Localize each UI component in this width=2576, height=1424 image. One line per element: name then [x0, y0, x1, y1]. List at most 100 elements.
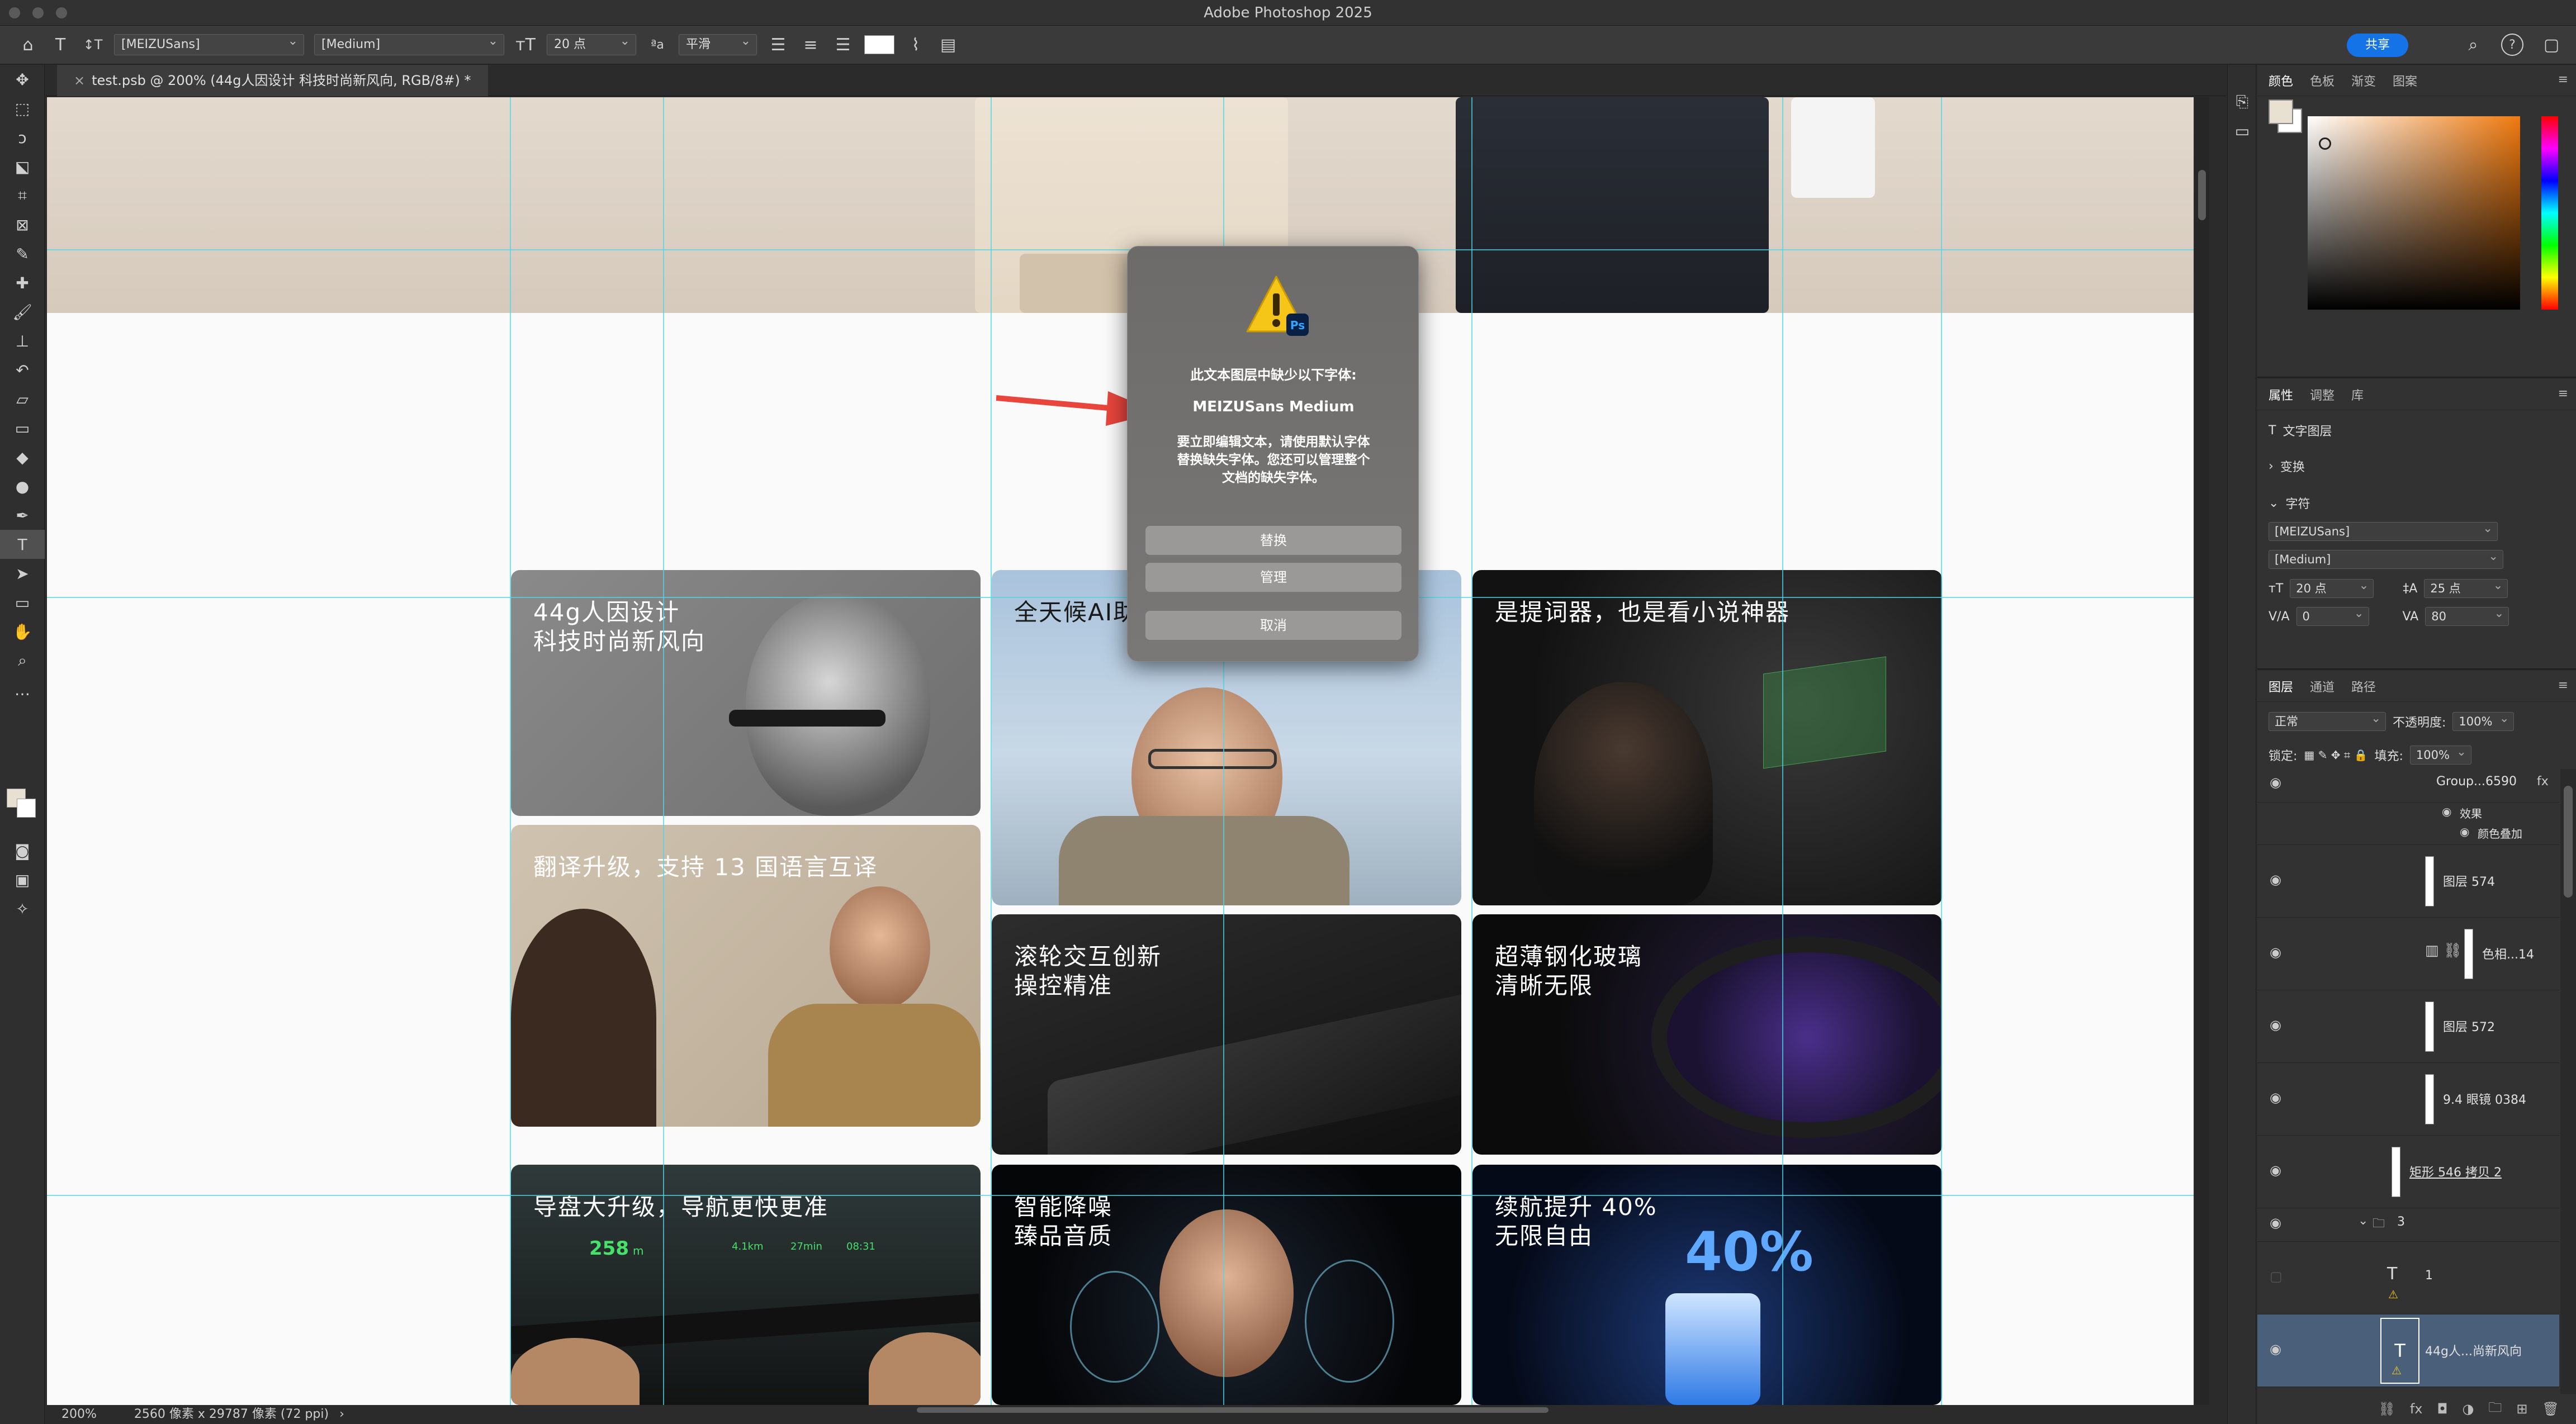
layer-row[interactable]: ◉ ▥ ⛓ 色相...14: [2257, 918, 2559, 990]
tab-color[interactable]: 颜色: [2269, 72, 2293, 89]
chevron-right-icon[interactable]: ›: [339, 1407, 344, 1421]
marquee-tool-icon[interactable]: ⬚: [0, 94, 45, 123]
adjustment-layer-icon[interactable]: ◑: [2462, 1401, 2474, 1417]
prop-tracking-select[interactable]: 80: [2425, 604, 2509, 626]
eye-icon[interactable]: ◉: [2460, 825, 2469, 838]
lasso-tool-icon[interactable]: ↄ: [0, 123, 45, 152]
hand-tool-icon[interactable]: ✋: [0, 617, 45, 646]
eye-icon[interactable]: ◉: [2270, 944, 2281, 960]
panel-menu-icon[interactable]: ≡: [2558, 678, 2568, 692]
layer-row[interactable]: ◉ 图层 572: [2257, 990, 2559, 1063]
manage-button[interactable]: 管理: [1145, 563, 1401, 592]
layer-row[interactable]: ▢ T ⚠ 1: [2257, 1242, 2559, 1314]
background-color-swatch[interactable]: [17, 799, 36, 818]
minimize-window-button[interactable]: [32, 7, 44, 18]
history-panel-icon[interactable]: ⎘: [2228, 87, 2257, 116]
transform-section[interactable]: 变换: [2280, 457, 2305, 475]
close-window-button[interactable]: [9, 7, 20, 18]
text-color-swatch[interactable]: [864, 35, 894, 54]
eye-icon[interactable]: ◉: [2270, 1162, 2281, 1178]
opacity-input[interactable]: 100%: [2452, 709, 2515, 731]
prop-leading-select[interactable]: 25 点: [2424, 576, 2508, 598]
new-group-icon[interactable]: 🗀: [2488, 1398, 2502, 1421]
align-right-icon[interactable]: ☰: [832, 34, 854, 56]
brush-tool-icon[interactable]: 🖌: [0, 297, 45, 326]
layer-effect-row[interactable]: ◉ 颜色叠加: [2257, 823, 2559, 845]
eye-icon[interactable]: ▢: [2270, 1269, 2283, 1284]
character-panel-icon[interactable]: ▤: [937, 34, 959, 56]
generative-icon[interactable]: ✧: [0, 894, 45, 923]
font-style-select[interactable]: [Medium]: [314, 31, 504, 55]
vertical-scroll-thumb[interactable]: [2198, 170, 2206, 220]
pen-tool-icon[interactable]: ✒: [0, 501, 45, 530]
cancel-button[interactable]: 取消: [1145, 611, 1401, 640]
healing-brush-tool-icon[interactable]: ✚: [0, 268, 45, 297]
blend-mode-select[interactable]: 正常: [2269, 709, 2386, 731]
layers-scroll-thumb[interactable]: [2564, 786, 2573, 898]
link-layers-icon[interactable]: ⛓: [2378, 1401, 2395, 1417]
layer-group-row[interactable]: ◉ ⌄ 🗀 3: [2257, 1208, 2559, 1242]
text-tool-icon[interactable]: T: [49, 34, 72, 56]
fill-input[interactable]: 100%: [2409, 743, 2471, 765]
type-tool-icon[interactable]: T: [0, 530, 45, 559]
layer-row[interactable]: ◉ 矩形 546 拷贝 2: [2257, 1136, 2559, 1208]
tab-paths[interactable]: 路径: [2351, 677, 2376, 695]
prop-font-size-select[interactable]: 20 点: [2290, 576, 2374, 598]
chevron-down-icon[interactable]: ⌄: [2358, 1214, 2368, 1228]
tab-channels[interactable]: 通道: [2310, 677, 2334, 695]
document-tab[interactable]: × test.psb @ 200% (44g人因设计 科技时尚新风向, RGB/8…: [57, 65, 488, 96]
eye-icon[interactable]: ◉: [2270, 1090, 2281, 1105]
trash-icon[interactable]: 🗑: [2542, 1401, 2559, 1417]
panel-menu-icon[interactable]: ≡: [2558, 387, 2568, 401]
character-section[interactable]: 字符: [2285, 494, 2310, 512]
gradient-tool-icon[interactable]: ▭: [0, 414, 45, 443]
prop-font-style-select[interactable]: [Medium]: [2269, 547, 2503, 569]
history-brush-tool-icon[interactable]: ↶: [0, 355, 45, 385]
object-select-tool-icon[interactable]: ⬕: [0, 152, 45, 181]
align-left-icon[interactable]: ☰: [767, 34, 789, 56]
prop-kerning-select[interactable]: 0: [2296, 604, 2369, 626]
color-field[interactable]: [2308, 116, 2520, 310]
antialias-select[interactable]: 平滑: [679, 31, 757, 55]
eye-icon[interactable]: ◉: [2270, 1215, 2281, 1231]
add-mask-icon[interactable]: ◘: [2437, 1401, 2447, 1417]
lock-icon[interactable]: ▦ ✎ ✥ ⌗ 🔒: [2304, 748, 2367, 762]
rectangle-tool-icon[interactable]: ▭: [0, 588, 45, 617]
blur-tool-icon[interactable]: ◆: [0, 443, 45, 472]
fx-badge[interactable]: fx: [2537, 775, 2549, 789]
dodge-tool-icon[interactable]: ●: [0, 472, 45, 501]
eyedropper-tool-icon[interactable]: ✎: [0, 239, 45, 268]
vertical-scrollbar[interactable]: [2195, 97, 2209, 1405]
eye-icon[interactable]: ◉: [2270, 775, 2281, 790]
close-tab-icon[interactable]: ×: [74, 73, 85, 88]
share-button[interactable]: 共享: [2347, 34, 2408, 57]
comments-panel-icon[interactable]: ▭: [2228, 116, 2257, 145]
chevron-down-icon[interactable]: ⌄: [2269, 496, 2279, 510]
layer-row-selected[interactable]: ◉ T ⚠ 44g人...尚新风向: [2257, 1314, 2559, 1387]
hue-slider[interactable]: [2541, 116, 2558, 310]
search-icon[interactable]: ⌕: [2462, 34, 2484, 56]
zoom-window-button[interactable]: [56, 7, 67, 18]
tab-properties[interactable]: 属性: [2269, 386, 2293, 404]
new-layer-icon[interactable]: ⊞: [2516, 1401, 2527, 1417]
document-canvas[interactable]: 44g人因设计 科技时尚新风向 全天候AI助 是提词器，也是看小说神器 翻译升级…: [47, 97, 2194, 1405]
replace-button[interactable]: 替换: [1145, 526, 1401, 555]
eraser-tool-icon[interactable]: ▱: [0, 385, 45, 414]
font-size-select[interactable]: 20 点: [547, 31, 636, 55]
layer-row[interactable]: ◉ 9.4 眼镜 0384: [2257, 1063, 2559, 1136]
layer-row[interactable]: ◉ 图层 574: [2257, 845, 2559, 918]
quick-mask-icon[interactable]: ◙: [0, 836, 45, 865]
tab-swatches[interactable]: 色板: [2310, 72, 2334, 89]
tab-layers[interactable]: 图层: [2269, 677, 2293, 695]
eye-icon[interactable]: ◉: [2442, 805, 2451, 818]
panel-menu-icon[interactable]: ≡: [2558, 73, 2568, 87]
layer-row[interactable]: ◉ Group...6590 fx: [2257, 769, 2559, 803]
frame-tool-icon[interactable]: ⊠: [0, 210, 45, 239]
zoom-tool-icon[interactable]: ⌕: [0, 646, 45, 675]
home-icon[interactable]: ⌂: [17, 34, 39, 56]
status-zoom[interactable]: 200%: [61, 1407, 97, 1421]
fx-icon[interactable]: fx: [2410, 1401, 2423, 1417]
screen-mode-icon[interactable]: ▣: [0, 865, 45, 894]
eye-icon[interactable]: ◉: [2270, 872, 2281, 887]
eye-icon[interactable]: ◉: [2270, 1017, 2281, 1033]
